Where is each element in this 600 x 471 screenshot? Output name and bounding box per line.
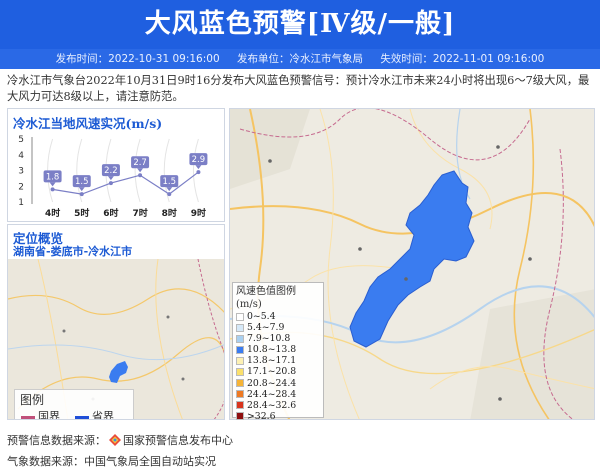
wind-speed-label-pointer [166,187,173,192]
wind-speed-point [50,187,55,192]
speed-color-swatch [236,323,244,332]
x-tick-label: 8时 [162,207,177,219]
overview-map[interactable]: 图例 国界 省界 [8,258,224,419]
wind-speed-label-pointer [107,176,114,181]
wind-speed-data-label: 1.5 [162,177,176,187]
y-tick-label: 3 [18,167,24,177]
speed-legend-label: 17.1~20.8 [247,366,297,378]
x-tick-label: 4时 [45,207,60,219]
wind-speed-point [79,192,84,197]
y-tick-label: 4 [18,151,24,161]
speed-color-swatch [236,379,244,388]
speed-color-swatch [236,334,244,343]
warning-source-name[interactable]: 国家预警信息发布中心 [123,434,233,447]
wind-speed-panel: 1 2 3 4 5 1.8 4时 1.5 5时 2.2 6时 2.7 7时 1.5 8时 2.9 9时 冷水江当… [7,108,225,222]
speed-legend-item: 10.8~13.8 [236,344,320,355]
weather-source-line: 气象数据来源：中国气象局全国自动站实况 [7,455,216,468]
y-tick-label: 5 [18,135,24,145]
provincial-border-line-icon [75,415,89,419]
legend-title: 图例 [20,393,45,407]
x-tick-label: 9时 [191,207,206,219]
speed-color-swatch [236,401,244,410]
y-tick-label: 2 [18,182,24,192]
wind-speed-label-pointer [49,182,56,187]
wind-speed-label-pointer [78,187,85,192]
expire-time: 失效时间：2022-11-01 09:16:00 [380,53,545,65]
wind-speed-color-legend: 风速色值图例 (m/s) 0~5.4 5.4~7.9 7.9~10.8 10.8~13… [232,282,324,422]
overview-map-legend: 图例 国界 省界 [14,389,134,419]
legend-item-national-border: 国界 [21,408,60,419]
wind-panel-title: 冷水江当地风速实况(m/s) [13,116,163,131]
wind-speed-label-pointer [137,168,144,173]
wind-speed-point [167,192,172,197]
speed-legend-label: 24.4~28.4 [247,388,297,400]
location-path: 湖南省-娄底市-冷水江市 [13,245,133,258]
alert-title: 大风蓝色预警[Ⅳ级/一般] [144,9,456,39]
alert-description: 冷水江市气象台2022年10月31日9时16分发布大风蓝色预警信号：预计冷水江市… [7,74,590,103]
speed-legend-label: 0~5.4 [247,311,276,322]
wind-speed-data-label: 2.9 [192,155,206,165]
publisher: 发布单位：冷水江市气象局 [237,53,363,65]
speed-color-swatch [236,390,244,399]
warning-center-logo-icon [109,434,121,446]
speed-legend-item: 28.4~32.6 [236,400,320,411]
speed-legend-title: 风速色值图例 (m/s) [236,286,296,310]
wind-speed-data-label: 2.7 [133,158,147,168]
speed-legend-label: 28.4~32.6 [247,399,297,411]
speed-color-swatch [236,312,244,321]
warning-source-line: 预警信息数据来源： 国家预警信息发布中心 [7,432,233,448]
speed-color-swatch [236,367,244,376]
speed-legend-item: 5.4~7.9 [236,322,320,333]
wind-speed-data-label: 2.2 [104,166,118,176]
speed-legend-label: 5.4~7.9 [247,322,285,334]
speed-legend-item: 17.1~20.8 [236,366,320,377]
wind-speed-label-pointer [195,165,202,170]
national-border-line-icon [21,415,35,419]
speed-legend-label: >32.6 [247,410,276,422]
speed-legend-item: >32.6 [236,411,320,422]
speed-color-swatch [236,412,244,421]
x-tick-label: 7时 [132,207,147,219]
wind-speed-point [138,173,143,178]
warning-source-label: 预警信息数据来源： [7,434,106,447]
location-panel: 定位概览 湖南省-娄底市-冷水江市 图例 国界 省界 [7,224,225,420]
y-tick-label: 1 [18,198,24,208]
speed-legend-item: 0~5.4 [236,311,320,322]
speed-color-swatch [236,345,244,354]
speed-legend-label: 10.8~13.8 [247,344,297,356]
publish-time: 发布时间：2022-10-31 09:16:00 [55,53,220,65]
speed-legend-item: 20.8~24.4 [236,378,320,389]
speed-color-swatch [236,356,244,365]
speed-legend-label: 20.8~24.4 [247,377,297,389]
legend-item-provincial-border: 省界 [75,408,114,419]
wind-speed-point [196,170,201,175]
x-tick-label: 5时 [74,207,89,219]
x-tick-label: 6时 [103,207,118,219]
speed-legend-label: 13.8~17.1 [247,355,297,367]
wind-speed-data-label: 1.8 [46,172,60,182]
speed-legend-item: 13.8~17.1 [236,355,320,366]
wind-speed-data-label: 1.5 [75,177,89,187]
wind-speed-point [108,181,113,186]
speed-legend-label: 7.9~10.8 [247,333,291,345]
alert-info-bar: 发布时间：2022-10-31 09:16:00 发布单位：冷水江市气象局 失效… [0,49,600,69]
speed-legend-item: 7.9~10.8 [236,333,320,344]
speed-legend-item: 24.4~28.4 [236,389,320,400]
alert-header: 大风蓝色预警[Ⅳ级/一般] [0,0,600,49]
